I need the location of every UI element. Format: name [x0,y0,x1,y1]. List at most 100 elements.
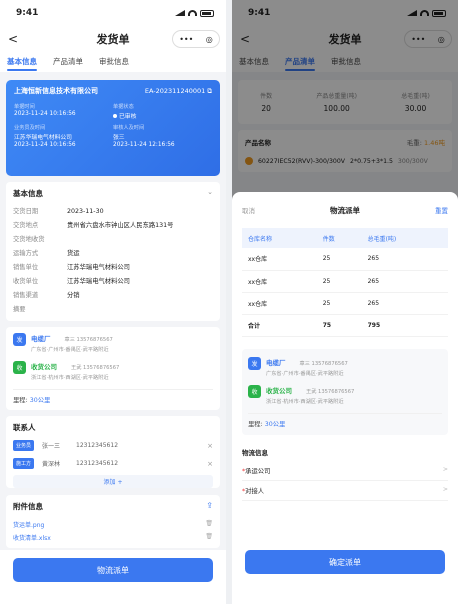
info-value: 分销 [67,292,80,299]
info-value: 货运 [67,250,80,257]
page-title: 发货单 [96,33,130,46]
remove-contact-icon[interactable]: × [207,460,213,468]
carrier-label: 承运公司 [245,467,271,475]
left-phone-screen: 9:41 < 发货单 ••• ◎ 基本信息 产品清单 审批信息 上海恒新信息技术… [0,0,226,604]
basic-info-section: 基本信息 ⌄ 交货日期 2023-11-30 交货地点 贵州省六盘水市钟山区人民东路… [6,182,220,321]
contact-name[interactable]: 张一三 [42,441,76,450]
ship-to-contact: 王武 13576876567 [306,388,355,395]
tab-approval-info[interactable]: 审批信息 [99,52,129,72]
delete-icon[interactable]: 🗑 [205,533,213,542]
ship-to-badge: 收 [248,384,261,398]
contact-phone[interactable]: 12312345612 [76,460,207,467]
info-row: 销售单位 江苏华瑞电气材料公司 [6,261,220,275]
info-value: 2023-11-30 [67,208,104,215]
tab-basic-info[interactable]: 基本信息 [7,52,37,72]
tab-product-list[interactable]: 产品清单 [53,52,83,72]
carrier-select[interactable]: *承运公司 > [242,461,448,481]
contact-row: 业务员 张一三 12312345612 × [13,439,213,452]
basic-info-title: 基本信息 [13,189,43,198]
info-value: 江苏华瑞电气材料公司 [67,278,130,285]
ship-from-address: 广东省·广州市·番禺区·武平路附近 [31,347,109,353]
ship-from-badge: 发 [248,356,261,370]
status-time: 9:41 [16,8,39,18]
table-cell: 合计 [242,314,317,337]
more-icon[interactable]: ••• [179,35,193,44]
attachment-name[interactable]: 收货清单.xlsx [13,533,51,542]
status-dot-icon [113,113,117,118]
attachment-item[interactable]: 收货清单.xlsx 🗑 [6,531,220,544]
info-row: 交货地收货 [6,233,220,247]
column-header: 总毛重(吨) [361,228,448,248]
table-cell: 265 [361,270,448,293]
doc-time-label: 单据时间 [14,104,35,110]
screenshot-stage: 9:41 < 发货单 ••• ◎ 基本信息 产品清单 审批信息 上海恒新信息技术… [0,0,458,604]
upload-icon[interactable]: ⇪ [206,501,213,512]
distance-label: 里程: [248,420,263,428]
tab-bar: 基本信息 产品清单 审批信息 [0,52,226,72]
status-icons [175,9,214,17]
distance: 里程: 30公里 [248,412,442,433]
order-number: EA-202311240001 [144,86,206,95]
wifi-icon [188,10,197,16]
back-icon[interactable]: < [8,32,18,46]
ship-from-name: 电缆厂 章三 13576876567 [31,333,113,343]
info-label: 摘要 [13,306,26,313]
contact-role-tag[interactable]: 业务员 [13,440,35,451]
contact-person-select[interactable]: *对接人 > [242,481,448,501]
ship-to-address: 浙江省·杭州市·西湖区·武平路附近 [31,375,109,381]
sheet-title: 物流派单 [330,205,360,215]
ship-from-badge: 发 [13,333,26,346]
doc-time-value: 2023-11-24 10:16:56 [14,111,76,117]
delete-icon[interactable]: 🗑 [205,520,213,529]
close-target-icon[interactable]: ◎ [206,35,213,44]
contacts-section: 联系人 业务员 张一三 12312345612 × 施工方 黄深林 123123… [6,416,220,488]
copy-icon[interactable]: ⧉ [207,87,212,95]
info-label: 交货地收货 [13,236,45,243]
warehouse-table: 仓库名称 件数 总毛重(吨) xx仓库 25 265 xx仓库 25 265 x… [242,228,448,337]
battery-icon [200,9,214,17]
info-label: 交货日期 [13,208,39,215]
logistics-dispatch-button[interactable]: 物流派单 [13,558,213,582]
company-name: 上海恒新信息技术有限公司 [14,87,98,95]
attachment-name[interactable]: 货运单.png [13,520,44,529]
sheet-route: 发 电缆厂 章三 13576876567 广东省·广州市·番禺区·武平路附近 收 … [242,348,448,435]
table-cell: 25 [316,270,362,293]
contact-phone[interactable]: 12312345612 [76,442,207,449]
nav-bar: < 发货单 ••• ◎ [0,26,226,52]
ship-from-label: 电缆厂 [266,358,286,367]
bottom-action-bar: 物流派单 [0,550,226,604]
status-bar: 9:41 [0,0,226,26]
mini-program-capsule: ••• ◎ [172,30,220,48]
collapse-chevron-icon[interactable]: ⌄ [207,188,213,199]
ship-from-contact: 章三 13576876567 [299,360,348,367]
table-cell: 25 [316,248,362,271]
contact-name[interactable]: 黄深林 [42,459,76,468]
reset-button[interactable]: 重置 [435,205,448,215]
order-summary-card: 上海恒新信息技术有限公司 EA-202311240001 ⧉ 单据时间 2023… [6,80,220,176]
contact-role-tag[interactable]: 施工方 [13,458,35,469]
table-cell: 795 [361,314,448,337]
confirm-dispatch-button[interactable]: 确定派单 [245,550,445,574]
attachment-item[interactable]: 货运单.png 🗑 [6,518,220,531]
contacts-title: 联系人 [13,423,36,432]
add-contact-button[interactable]: 添加 + [13,475,213,488]
ship-to-address: 浙江省·杭州市·西湖区·武平路附近 [266,398,344,405]
ship-from-label: 电缆厂 [31,335,51,343]
info-label: 运输方式 [13,250,39,257]
cancel-button[interactable]: 取消 [242,205,255,215]
auditor-label: 审核人及时间 [113,125,145,131]
distance-value: 30公里 [29,397,51,404]
info-label: 销售单位 [13,264,39,271]
ship-to-contact: 王武 13576876567 [71,365,120,371]
signal-icon [175,10,185,16]
route-section: 发 电缆厂 章三 13576876567 广东省·广州市·番禺区·武平路附近 收 … [6,327,220,410]
table-row: xx仓库 25 265 [242,292,448,315]
attachments-section: 附件信息 ⇪ 货运单.png 🗑 收货清单.xlsx 🗑 [6,495,220,548]
remove-contact-icon[interactable]: × [207,442,213,450]
info-row: 销售渠道 分销 [6,289,220,303]
info-label: 收货单位 [13,278,39,285]
right-phone-screen: 9:41 < 发货单 ••• ◎ 基本信息 产品清单 审批信息 件数 20 产品总… [232,0,458,604]
confirm-area: 确定派单 [245,550,445,574]
attachments-title: 附件信息 [13,502,43,511]
info-label: 销售渠道 [13,292,39,299]
